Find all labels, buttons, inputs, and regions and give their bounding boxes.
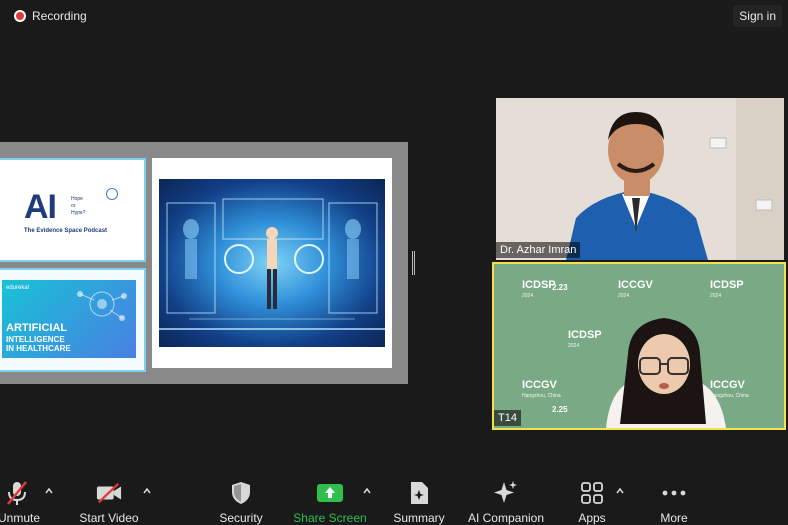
panel-resize-handle[interactable]	[412, 251, 415, 275]
plus-circle-icon	[106, 188, 118, 200]
share-screen-icon	[317, 480, 343, 506]
slide-thumbnail-ai-in-healthcare: edureka! ARTIFICIAL INTELLIGENCE IN HEAL…	[0, 268, 146, 372]
healthcare-title-line1: ARTIFICIAL	[6, 322, 68, 334]
ai-companion-button[interactable]: AI Companion	[464, 470, 548, 525]
futuristic-medical-illustration	[159, 179, 385, 347]
network-graphic-icon	[77, 291, 127, 321]
security-label: Security	[219, 511, 263, 525]
apps-button[interactable]: Apps	[574, 470, 610, 525]
recording-indicator[interactable]: Recording	[14, 9, 87, 23]
meeting-top-bar: Recording Sign in	[0, 0, 788, 34]
unmute-label: Unmute	[0, 511, 41, 525]
participant-video-tile[interactable]: Dr. Azhar Imran	[496, 98, 784, 260]
start-video-button[interactable]: Start Video	[76, 470, 142, 525]
chevron-up-icon[interactable]	[44, 486, 54, 496]
chevron-up-icon[interactable]	[142, 486, 152, 496]
participant-video-feed	[496, 98, 784, 260]
summary-document-icon	[406, 480, 432, 506]
more-button[interactable]: More	[654, 470, 694, 525]
chevron-up-icon[interactable]	[362, 486, 372, 496]
apps-grid-icon	[579, 480, 605, 506]
meeting-toolbar: Unmute Start Video Security Share Screen…	[0, 470, 788, 525]
active-speaker-video-tile[interactable]: ICDSP 2024 ICCGV 2024 ICDSP 2024 ICDSP 2024 …	[492, 262, 786, 430]
more-label: More	[660, 511, 688, 525]
shield-icon	[228, 480, 254, 506]
unmute-button[interactable]: Unmute	[0, 470, 41, 525]
podcast-title: The Evidence Space Podcast	[24, 228, 108, 234]
sparkle-icon	[493, 480, 519, 506]
participant-name-label: T14	[494, 410, 521, 426]
hologram-graphic-icon	[159, 198, 385, 330]
participant-video-feed	[606, 318, 726, 428]
hope-or-hype-text: Hope or Hype?	[71, 196, 86, 216]
edureka-brand: edureka!	[6, 285, 30, 291]
ai-logo: AI	[24, 188, 57, 226]
slide-thumbnail-medical-tech-image	[152, 158, 392, 368]
more-dots-icon	[661, 480, 687, 506]
chevron-up-icon[interactable]	[615, 486, 625, 496]
sign-in-button[interactable]: Sign in	[733, 5, 782, 27]
microphone-muted-icon	[4, 480, 30, 506]
apps-label: Apps	[578, 511, 606, 525]
share-screen-label: Share Screen	[293, 511, 367, 525]
slide-thumbnail-ai-hope-or-hype: AI Hope or Hype? The Evidence Space Podc…	[0, 158, 146, 262]
summary-label: Summary	[393, 511, 445, 525]
start-video-label: Start Video	[79, 511, 139, 525]
recording-label: Recording	[32, 9, 87, 23]
ai-companion-label: AI Companion	[467, 511, 545, 525]
summary-button[interactable]: Summary	[390, 470, 448, 525]
security-button[interactable]: Security	[214, 470, 268, 525]
share-screen-button[interactable]: Share Screen	[292, 470, 368, 525]
record-icon	[14, 10, 26, 22]
video-camera-off-icon	[96, 480, 122, 506]
edureka-banner: edureka! ARTIFICIAL INTELLIGENCE IN HEAL…	[2, 280, 136, 358]
participant-name-label: Dr. Azhar Imran	[496, 242, 581, 258]
healthcare-title-line2: INTELLIGENCE IN HEALTHCARE	[6, 335, 71, 353]
